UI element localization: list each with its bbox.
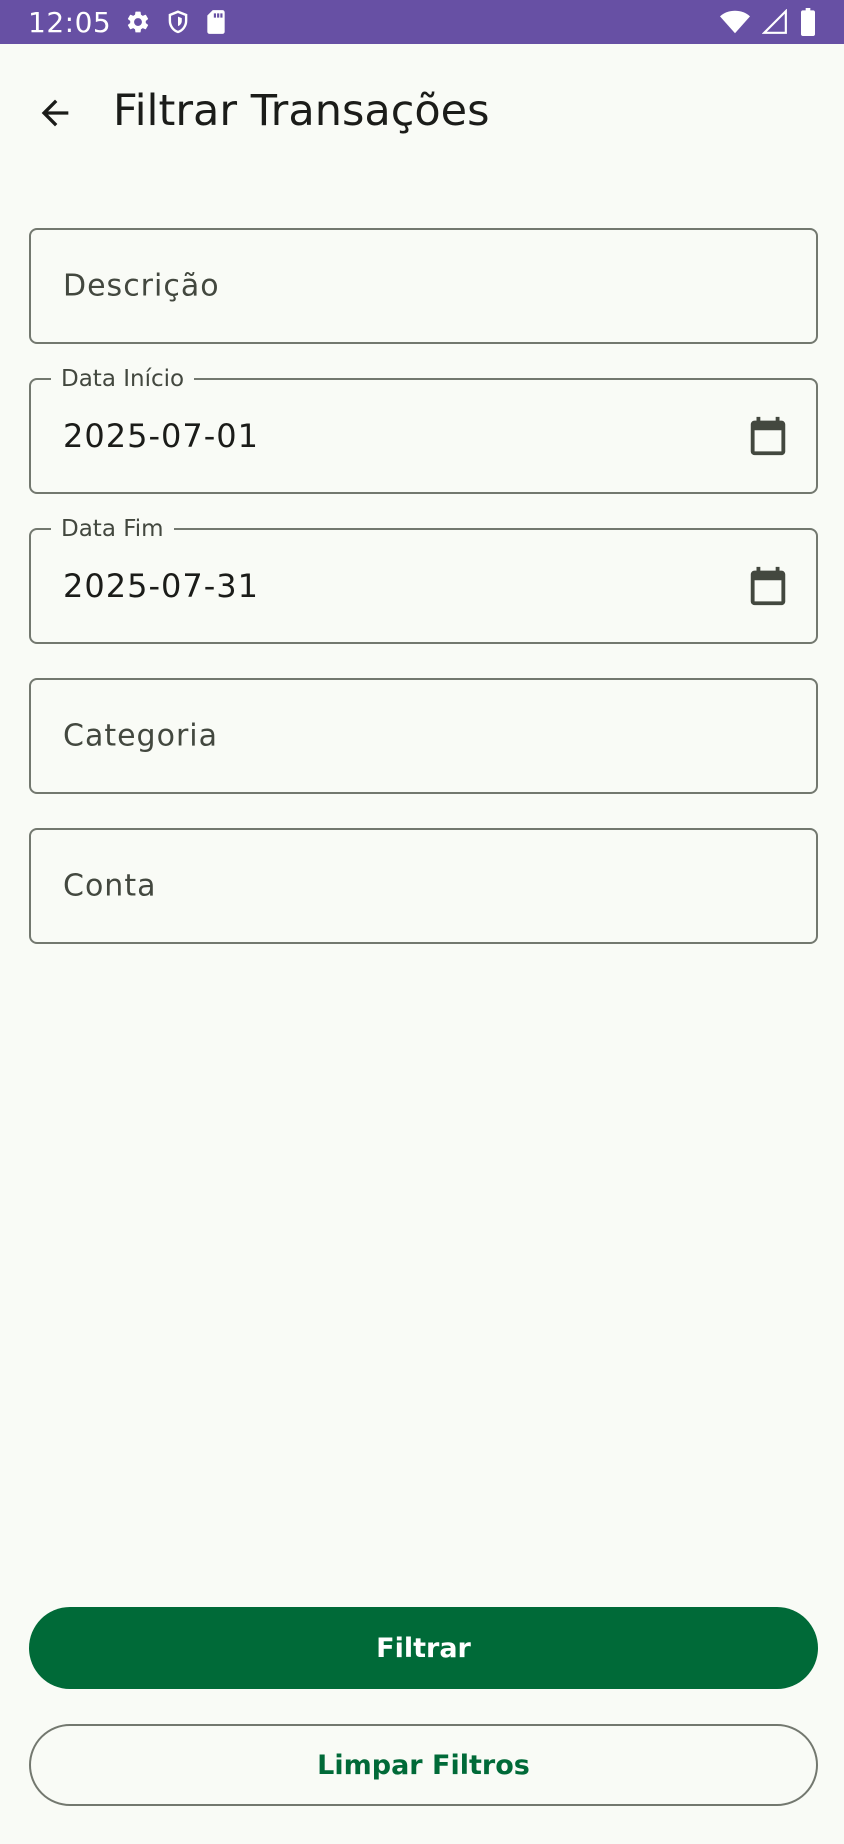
categoria-field[interactable]: Categoria	[29, 678, 818, 794]
data-inicio-calendar-button[interactable]	[738, 406, 798, 466]
shield-icon	[165, 9, 191, 35]
arrow-back-icon	[35, 93, 75, 133]
status-right-icons	[720, 8, 816, 36]
status-time: 12:05	[28, 5, 112, 39]
data-fim-calendar-button[interactable]	[738, 556, 798, 616]
data-fim-label: Data Fim	[51, 515, 174, 543]
descricao-placeholder: Descrição	[63, 268, 220, 304]
data-inicio-field[interactable]: Data Início 2025-07-01	[29, 365, 818, 494]
gear-icon	[125, 9, 151, 35]
battery-icon	[800, 8, 816, 36]
data-inicio-value: 2025-07-01	[63, 417, 259, 455]
calendar-icon	[745, 563, 791, 609]
clear-filters-button[interactable]: Limpar Filtros	[29, 1724, 818, 1806]
categoria-placeholder: Categoria	[63, 718, 219, 754]
back-button[interactable]	[24, 82, 86, 144]
calendar-icon	[745, 413, 791, 459]
status-left-icons	[125, 9, 227, 35]
descricao-field[interactable]: Descrição	[29, 228, 818, 344]
wifi-icon	[720, 9, 750, 35]
conta-field[interactable]: Conta	[29, 828, 818, 944]
filter-button[interactable]: Filtrar	[29, 1607, 818, 1689]
conta-placeholder: Conta	[63, 868, 157, 904]
status-bar: 12:05	[0, 0, 844, 44]
page-title: Filtrar Transações	[113, 86, 490, 136]
data-fim-value: 2025-07-31	[63, 567, 259, 605]
sd-card-icon	[205, 9, 227, 35]
app-bar: Filtrar Transações	[0, 44, 844, 178]
data-fim-field[interactable]: Data Fim 2025-07-31	[29, 515, 818, 644]
signal-icon	[762, 9, 788, 35]
data-inicio-label: Data Início	[51, 365, 195, 393]
